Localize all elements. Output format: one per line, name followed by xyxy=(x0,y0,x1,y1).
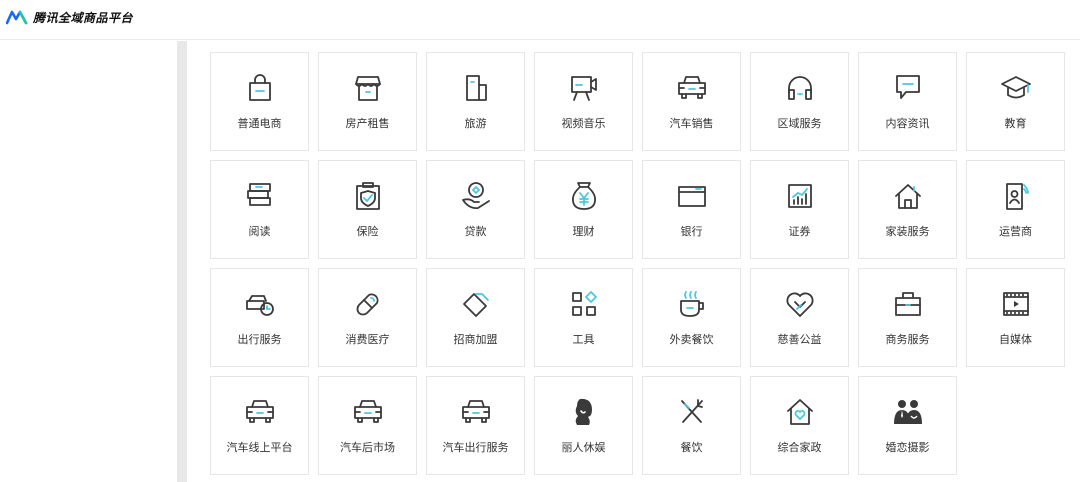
category-card[interactable]: 工具 xyxy=(534,268,633,367)
category-label: 出行服务 xyxy=(237,333,282,346)
category-label: 自媒体 xyxy=(999,333,1032,346)
category-card[interactable]: 消费医疗 xyxy=(318,268,417,367)
category-card[interactable]: 自媒体 xyxy=(966,268,1065,367)
bank-card-icon xyxy=(678,186,706,207)
category-label: 汽车出行服务 xyxy=(442,441,509,454)
category-card[interactable]: 外卖餐饮 xyxy=(642,268,741,367)
category-label: 普通电商 xyxy=(237,117,282,130)
graduation-cap-icon xyxy=(1001,76,1031,99)
category-card[interactable]: 理财 xyxy=(534,160,633,259)
category-card[interactable]: 视频音乐 xyxy=(534,52,633,151)
category-card[interactable]: 餐饮 xyxy=(642,376,741,475)
category-card[interactable]: 贷款 xyxy=(426,160,525,259)
category-label: 运营商 xyxy=(999,225,1032,238)
briefcase-icon xyxy=(895,292,921,316)
brand-logo-icon xyxy=(6,10,28,25)
category-card[interactable]: 旅游 xyxy=(426,52,525,151)
category-label: 消费医疗 xyxy=(345,333,390,346)
category-card[interactable]: 普通电商 xyxy=(210,52,309,151)
storefront-icon xyxy=(355,76,381,101)
insurance-shield-icon xyxy=(356,182,380,210)
category-label: 房产租售 xyxy=(345,117,390,130)
sidebar-scrollbar[interactable] xyxy=(177,41,187,482)
category-card[interactable]: 银行 xyxy=(642,160,741,259)
category-card[interactable]: 保险 xyxy=(318,160,417,259)
category-card[interactable]: 慈善公益 xyxy=(750,268,849,367)
category-label: 旅游 xyxy=(464,117,487,130)
category-label: 综合家政 xyxy=(777,441,822,454)
car-icon xyxy=(246,400,274,423)
film-play-icon xyxy=(1003,292,1029,316)
category-card[interactable]: 汽车出行服务 xyxy=(426,376,525,475)
books-icon xyxy=(247,183,271,206)
category-label: 内容资讯 xyxy=(885,117,930,130)
couple-icon xyxy=(894,400,922,424)
category-card[interactable]: 房产租售 xyxy=(318,52,417,151)
car-icon xyxy=(678,76,706,99)
category-label: 招商加盟 xyxy=(453,333,498,346)
apps-grid-icon xyxy=(572,290,598,316)
category-label: 工具 xyxy=(572,333,595,346)
category-card[interactable]: 综合家政 xyxy=(750,376,849,475)
message-icon xyxy=(896,75,920,99)
category-label: 区域服务 xyxy=(777,117,822,130)
category-label: 汽车线上平台 xyxy=(226,441,293,454)
category-card[interactable]: 内容资讯 xyxy=(858,52,957,151)
car-icon xyxy=(462,400,490,423)
building-icon xyxy=(466,75,487,101)
category-card[interactable]: 教育 xyxy=(966,52,1065,151)
category-label: 婚恋摄影 xyxy=(885,441,930,454)
heart-handshake-icon xyxy=(786,292,814,317)
travel-clock-icon xyxy=(246,295,274,316)
car-icon xyxy=(354,400,382,423)
category-label: 丽人休娱 xyxy=(561,441,606,454)
woman-profile-icon xyxy=(575,398,592,425)
category-card[interactable]: 出行服务 xyxy=(210,268,309,367)
category-card[interactable]: 区域服务 xyxy=(750,52,849,151)
mobile-user-icon xyxy=(1006,183,1029,210)
category-card[interactable]: 家装服务 xyxy=(858,160,957,259)
fork-knife-icon xyxy=(681,399,703,423)
house-heart-icon xyxy=(787,399,813,425)
category-label: 外卖餐饮 xyxy=(669,333,714,346)
category-label: 阅读 xyxy=(248,225,271,238)
category-label: 银行 xyxy=(680,225,703,238)
tag-icon xyxy=(463,293,489,317)
category-card[interactable]: 汽车后市场 xyxy=(318,376,417,475)
category-card[interactable]: 丽人休娱 xyxy=(534,376,633,475)
category-label: 商务服务 xyxy=(885,333,930,346)
capsule-icon xyxy=(356,293,379,316)
shopping-bag-icon xyxy=(249,74,271,101)
category-card[interactable]: 阅读 xyxy=(210,160,309,259)
video-camera-icon xyxy=(571,76,597,101)
hand-coin-icon xyxy=(462,182,490,209)
category-card[interactable]: 汽车线上平台 xyxy=(210,376,309,475)
category-label: 家装服务 xyxy=(885,225,930,238)
money-bag-icon xyxy=(571,182,597,210)
category-label: 汽车销售 xyxy=(669,117,714,130)
category-label: 慈善公益 xyxy=(777,333,822,346)
category-label: 汽车后市场 xyxy=(340,441,395,454)
top-header: 腾讯全域商品平台 xyxy=(0,0,1080,40)
category-label: 视频音乐 xyxy=(561,117,606,130)
house-icon xyxy=(895,184,921,209)
category-card[interactable]: 招商加盟 xyxy=(426,268,525,367)
category-card[interactable]: 运营商 xyxy=(966,160,1065,259)
headset-icon xyxy=(788,76,812,100)
category-label: 理财 xyxy=(572,225,595,238)
category-label: 贷款 xyxy=(464,225,487,238)
coffee-cup-icon xyxy=(680,291,704,317)
category-label: 餐饮 xyxy=(680,441,703,454)
category-label: 教育 xyxy=(1004,117,1027,130)
brand-title: 腾讯全域商品平台 xyxy=(33,11,134,25)
left-sidebar xyxy=(0,41,177,482)
category-label: 保险 xyxy=(356,225,379,238)
category-card[interactable]: 汽车销售 xyxy=(642,52,741,151)
category-card[interactable]: 证券 xyxy=(750,160,849,259)
stock-chart-icon xyxy=(788,184,812,208)
category-card[interactable]: 婚恋摄影 xyxy=(858,376,957,475)
category-label: 证券 xyxy=(788,225,811,238)
category-card[interactable]: 商务服务 xyxy=(858,268,957,367)
